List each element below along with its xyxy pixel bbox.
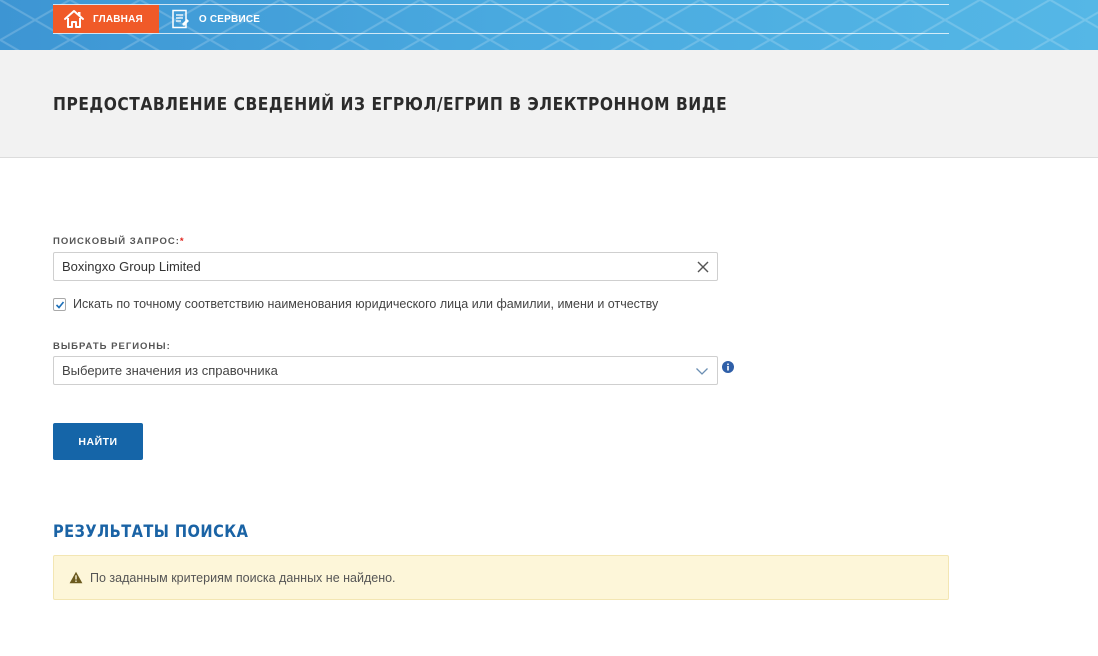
page-title: ПРЕДОСТАВЛЕНИЕ СВЕДЕНИЙ ИЗ ЕГРЮЛ/ЕГРИП В… (53, 94, 728, 115)
title-band: ПРЕДОСТАВЛЕНИЕ СВЕДЕНИЙ ИЗ ЕГРЮЛ/ЕГРИП В… (0, 50, 1098, 158)
search-input[interactable]: Boxingxo Group Limited (53, 252, 718, 281)
main-nav: ГЛАВНАЯ О СЕРВИСЕ (53, 5, 276, 33)
search-input-value: Boxingxo Group Limited (62, 259, 201, 274)
exact-match-row: Искать по точному соответствию наименова… (53, 297, 658, 311)
search-button[interactable]: НАЙТИ (53, 423, 143, 460)
checkmark-icon (55, 300, 65, 309)
results-title: РЕЗУЛЬТАТЫ ПОИСКА (53, 522, 249, 542)
regions-select-placeholder: Выберите значения из справочника (62, 363, 278, 378)
document-icon (169, 9, 191, 29)
required-mark: * (179, 236, 185, 247)
exact-match-label[interactable]: Искать по точному соответствию наименова… (73, 297, 658, 311)
warning-icon (69, 571, 83, 584)
query-label: ПОИСКОВЫЙ ЗАПРОС:* (53, 236, 185, 247)
nav-divider-bottom (53, 33, 949, 34)
nav-item-label: О СЕРВИСЕ (198, 13, 261, 25)
nav-item-home[interactable]: ГЛАВНАЯ (53, 5, 159, 33)
no-results-message: По заданным критериям поиска данных не н… (90, 570, 396, 585)
home-icon (63, 9, 85, 29)
nav-item-label: ГЛАВНАЯ (93, 13, 143, 25)
info-icon[interactable] (722, 361, 734, 373)
no-results-alert: По заданным критериям поиска данных не н… (53, 555, 949, 600)
exact-match-checkbox[interactable] (53, 297, 66, 311)
query-label-text: ПОИСКОВЫЙ ЗАПРОС: (53, 236, 180, 247)
top-nav-bar: ГЛАВНАЯ О СЕРВИСЕ (0, 0, 1098, 50)
chevron-down-icon[interactable] (695, 366, 709, 376)
regions-label: ВЫБРАТЬ РЕГИОНЫ: (53, 341, 171, 352)
regions-select[interactable]: Выберите значения из справочника (53, 356, 718, 385)
clear-icon[interactable] (697, 261, 709, 273)
nav-item-about[interactable]: О СЕРВИСЕ (159, 5, 276, 33)
